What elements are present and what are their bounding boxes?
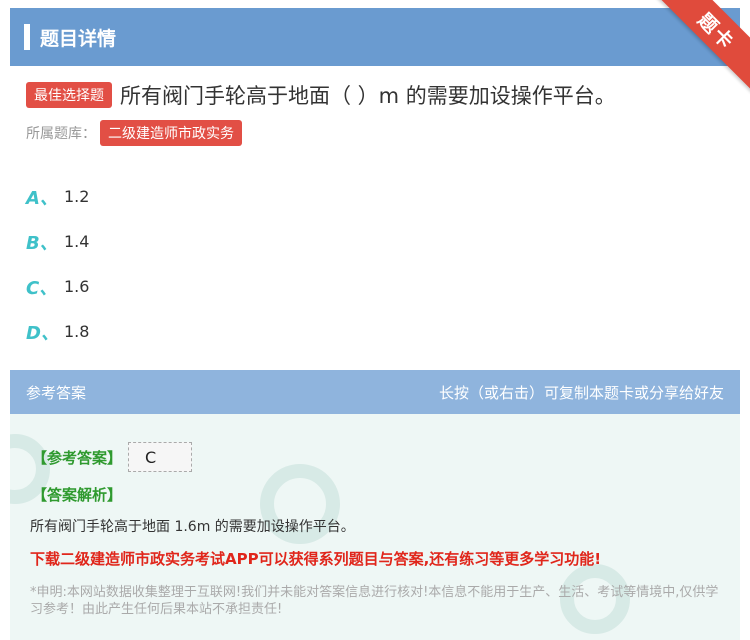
option-c[interactable]: C、 1.6 xyxy=(26,264,89,309)
question-bank-label: 所属题库： xyxy=(26,126,96,142)
option-letter: D、 xyxy=(26,322,59,344)
option-value: 1.6 xyxy=(64,277,90,296)
analysis-text: 所有阀门手轮高于地面 1.6m 的需要加设操作平台。 xyxy=(30,519,355,535)
disclaimer-text: *申明:本网站数据收集整理于互联网!我们并未能对答案信息进行核对!本信息不能用于… xyxy=(30,585,719,617)
option-value: 1.8 xyxy=(64,322,90,341)
answer-section-body: 【参考答案】 C 【答案解析】 所有阀门手轮高于地面 1.6m 的需要加设操作平… xyxy=(10,414,740,640)
question-bank-row: 所属题库： 二级建造师市政实务 xyxy=(26,120,242,146)
answer-section-title: 参考答案 xyxy=(26,383,87,402)
options-list: A、 1.2 B、 1.4 C、 1.6 D、 1.8 xyxy=(26,174,89,354)
option-b[interactable]: B、 1.4 xyxy=(26,219,89,264)
page-header: 题目详情 xyxy=(10,8,740,66)
question-type-badge: 最佳选择题 xyxy=(26,82,112,108)
app-promo-link[interactable]: 下载二级建造师市政实务考试APP可以获得系列题目与答案,还有练习等更多学习功能! xyxy=(30,548,601,569)
answer-label: 【参考答案】 xyxy=(32,448,123,467)
option-value: 1.4 xyxy=(64,232,90,251)
answer-row: 【参考答案】 C xyxy=(32,442,193,472)
share-hint: 长按（或右击）可复制本题卡或分享给好友 xyxy=(438,383,724,402)
option-letter: B、 xyxy=(26,232,58,254)
answer-value[interactable]: C xyxy=(128,442,193,472)
page-title: 题目详情 xyxy=(40,27,117,50)
analysis-label: 【答案解析】 xyxy=(32,486,123,504)
option-a[interactable]: A、 1.2 xyxy=(26,174,89,219)
answer-section-header: 参考答案 长按（或右击）可复制本题卡或分享给好友 xyxy=(10,370,740,414)
option-d[interactable]: D、 1.8 xyxy=(26,309,89,354)
question-row: 最佳选择题 所有阀门手轮高于地面（ ）m 的需要加设操作平台。 xyxy=(26,80,736,110)
header-accent-bar xyxy=(24,24,30,50)
question-text: 所有阀门手轮高于地面（ ）m 的需要加设操作平台。 xyxy=(120,84,616,108)
question-bank-badge[interactable]: 二级建造师市政实务 xyxy=(100,120,242,146)
option-value: 1.2 xyxy=(64,187,90,206)
option-letter: A、 xyxy=(26,187,58,209)
option-letter: C、 xyxy=(26,277,58,299)
